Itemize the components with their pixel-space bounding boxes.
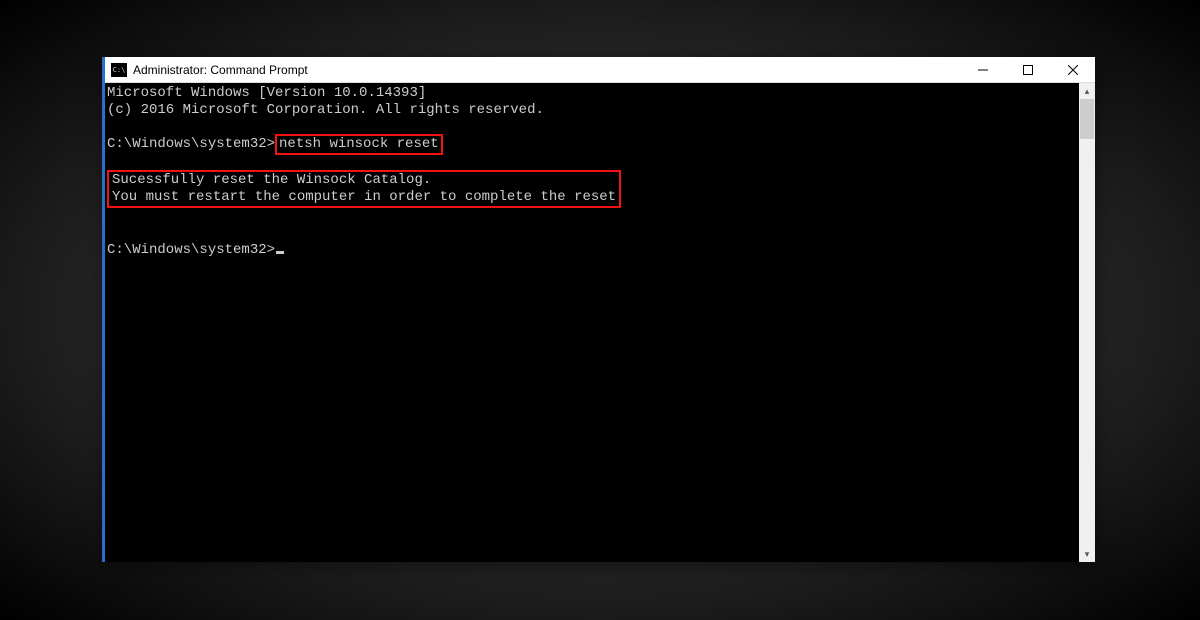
terminal-output[interactable]: Microsoft Windows [Version 10.0.14393] (…	[105, 83, 1079, 562]
terminal-line: You must restart the computer in order t…	[112, 189, 616, 205]
scroll-up-arrow-icon[interactable]: ▴	[1079, 83, 1095, 99]
terminal-prompt: C:\Windows\system32>	[107, 242, 275, 258]
scrollbar-thumb[interactable]	[1080, 99, 1094, 139]
terminal-line: Sucessfully reset the Winsock Catalog.	[112, 172, 431, 188]
window-controls	[960, 57, 1095, 82]
command-prompt-window: Administrator: Command Prompt Microsoft …	[105, 57, 1095, 562]
close-button[interactable]	[1050, 57, 1095, 82]
highlight-output: Sucessfully reset the Winsock Catalog. Y…	[107, 170, 621, 208]
window-title: Administrator: Command Prompt	[133, 63, 960, 77]
minimize-button[interactable]	[960, 57, 1005, 82]
terminal-area: Microsoft Windows [Version 10.0.14393] (…	[105, 83, 1095, 562]
cmd-icon	[111, 63, 127, 77]
maximize-button[interactable]	[1005, 57, 1050, 82]
highlight-command: netsh winsock reset	[275, 134, 443, 155]
titlebar[interactable]: Administrator: Command Prompt	[105, 57, 1095, 83]
terminal-line: (c) 2016 Microsoft Corporation. All righ…	[107, 102, 544, 118]
terminal-line: Microsoft Windows [Version 10.0.14393]	[107, 85, 426, 101]
scrollbar[interactable]: ▴ ▾	[1079, 83, 1095, 562]
text-cursor	[276, 251, 284, 254]
window-left-accent	[102, 57, 105, 562]
scroll-down-arrow-icon[interactable]: ▾	[1079, 546, 1095, 562]
terminal-prompt: C:\Windows\system32>	[107, 136, 275, 152]
